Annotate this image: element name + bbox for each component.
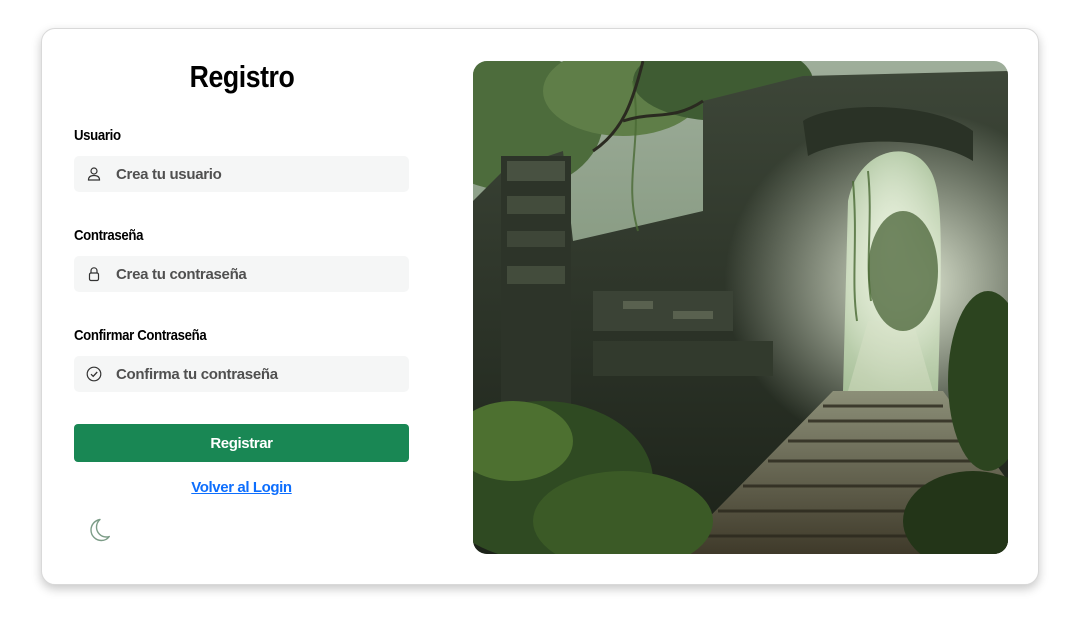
moon-icon[interactable] [84, 516, 112, 544]
register-button[interactable]: Registrar [74, 424, 409, 462]
page-title: Registro [189, 59, 295, 94]
lock-icon [88, 267, 100, 282]
user-icon [87, 167, 101, 181]
check-circle-icon [86, 366, 102, 382]
register-form: Registro Usuario Contraseña Confirmar Co… [74, 29, 410, 584]
password-field-wrapper [74, 256, 409, 292]
confirm-password-field-wrapper [74, 356, 409, 392]
password-input[interactable] [116, 256, 396, 292]
username-field-wrapper [74, 156, 409, 192]
register-card: Registro Usuario Contraseña Confirmar Co… [41, 28, 1039, 585]
confirm-password-input[interactable] [116, 356, 396, 392]
back-to-login-link[interactable]: Volver al Login [74, 479, 409, 496]
username-input[interactable] [116, 156, 396, 192]
password-label: Contraseña [74, 227, 144, 244]
confirm-password-label: Confirmar Contraseña [74, 327, 207, 344]
username-label: Usuario [74, 127, 121, 144]
jungle-ruins-image [473, 61, 1008, 554]
